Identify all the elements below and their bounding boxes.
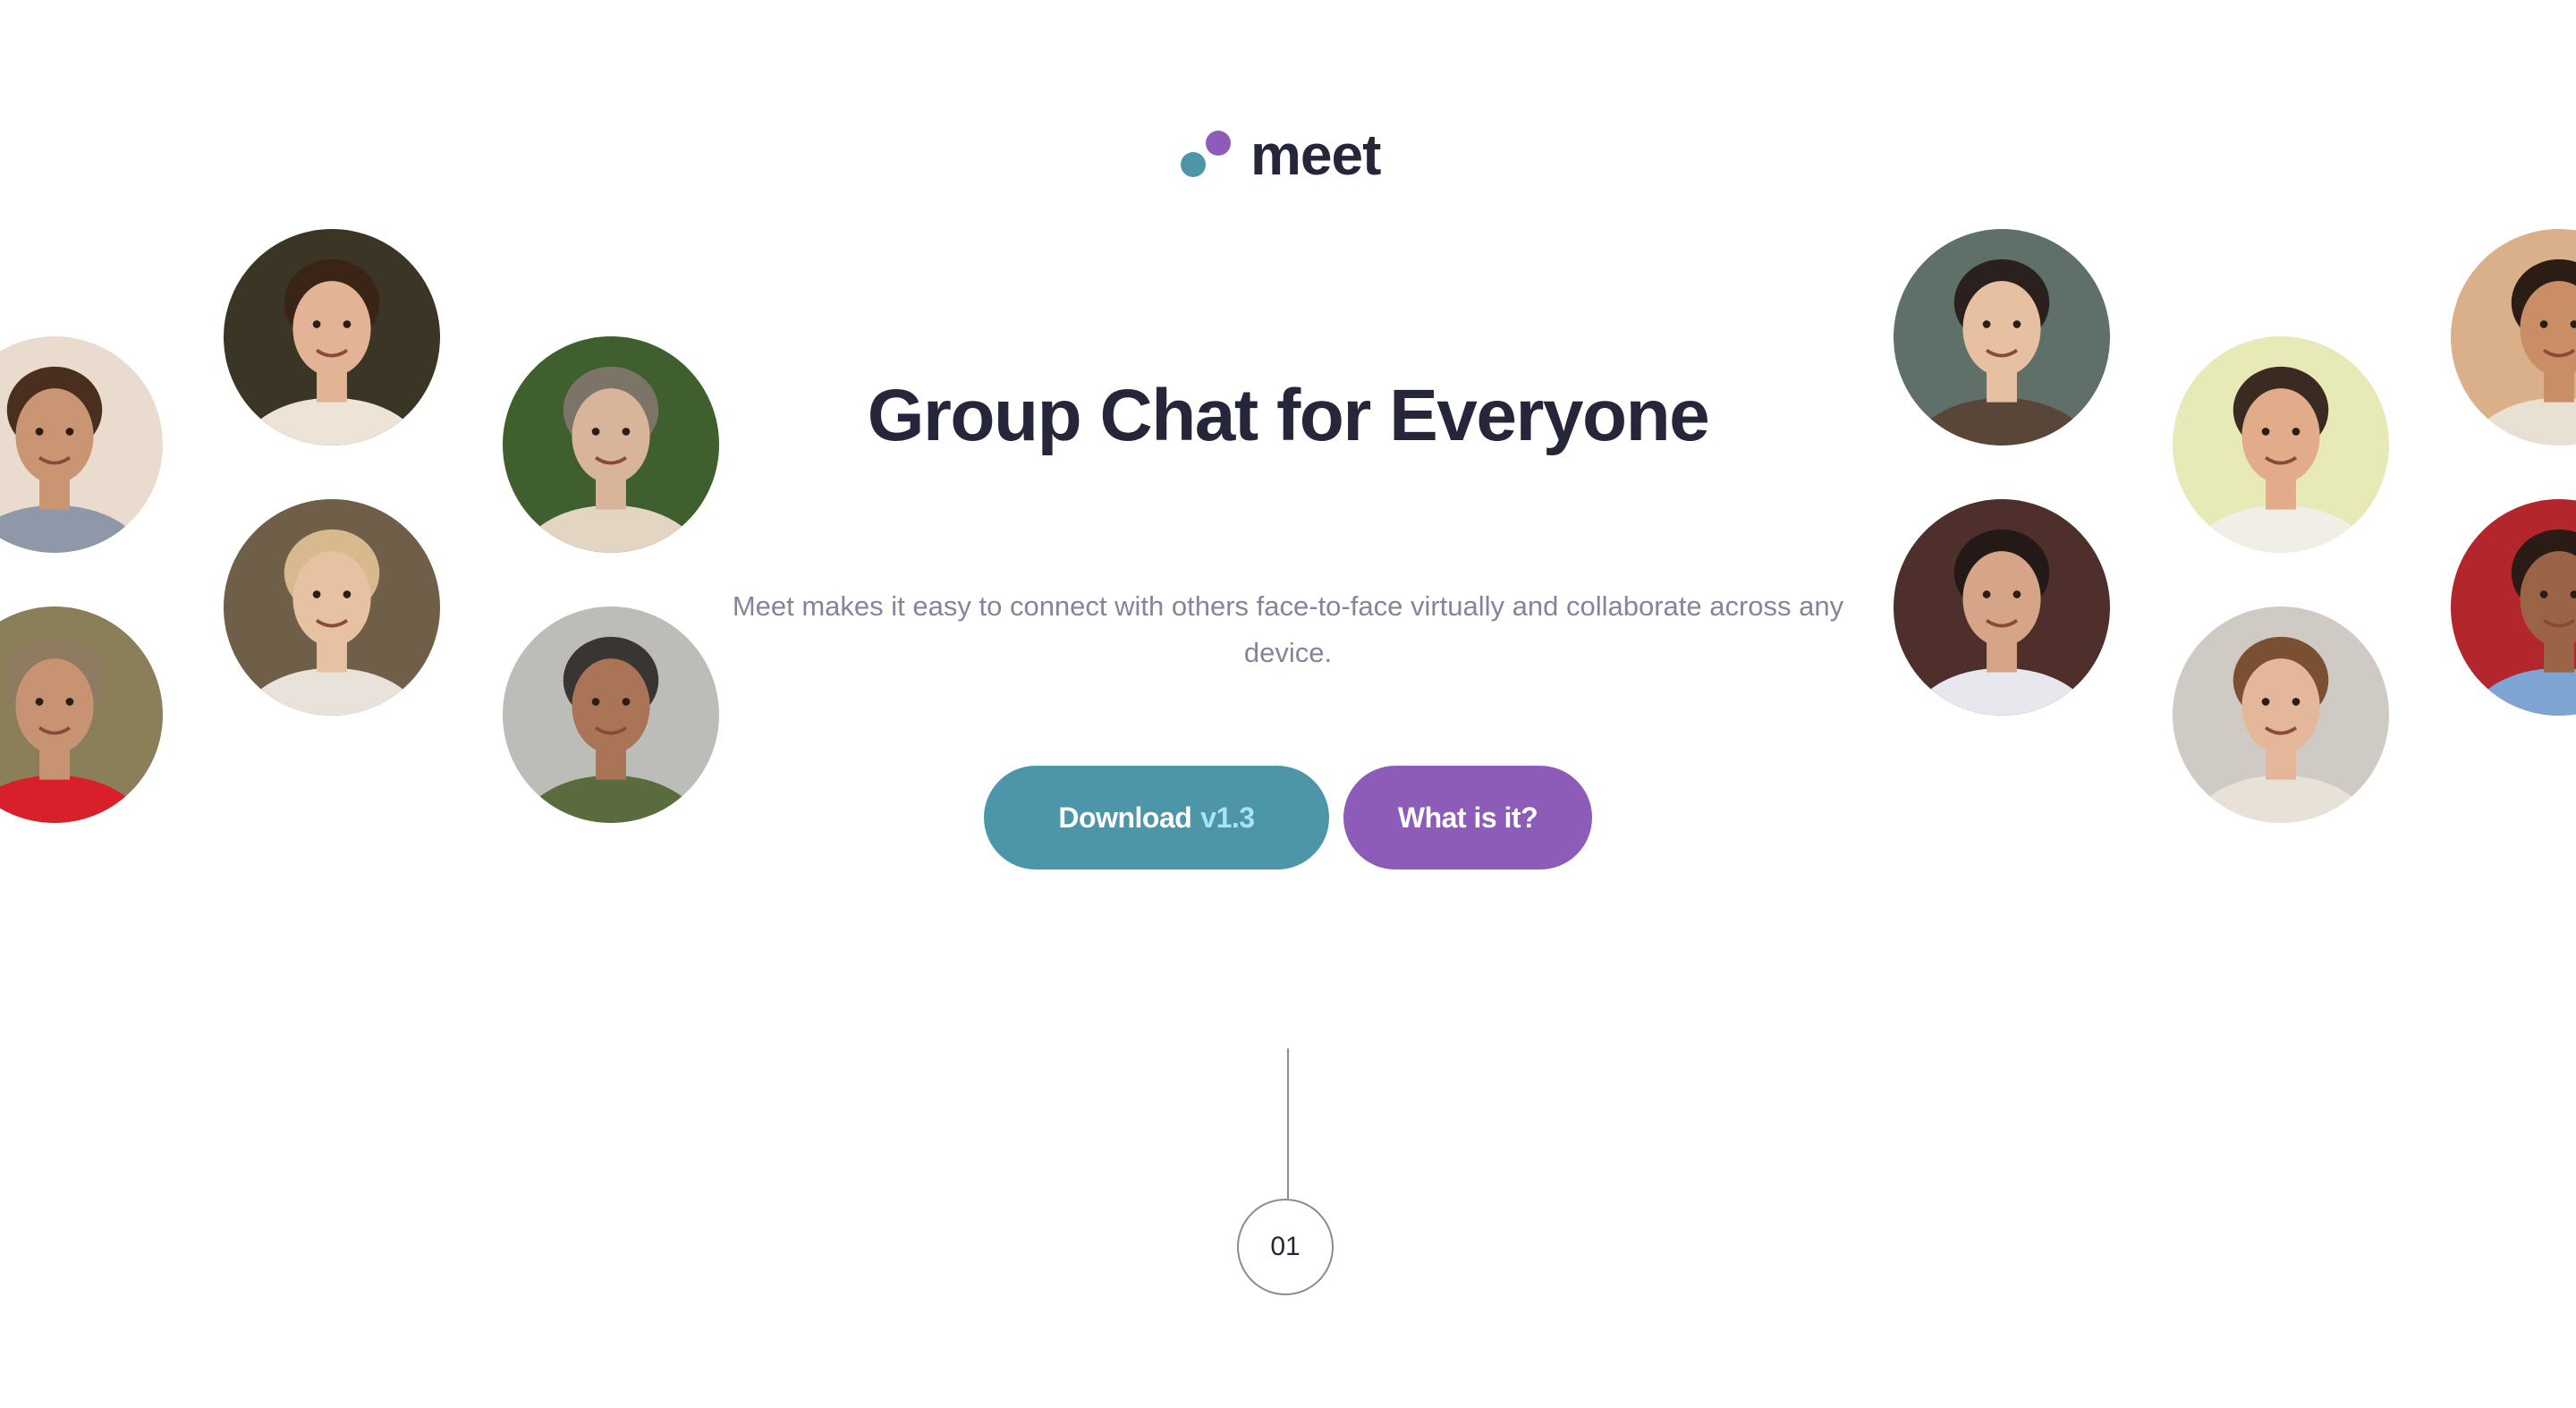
hero-description: Meet makes it easy to connect with other… [732,590,1844,668]
download-label: Download [1058,801,1192,834]
avatar-man-curly-hair-photo [2173,606,2389,823]
step-number: 01 [1270,1232,1301,1261]
avatar-man-sunglasses [1894,229,2110,445]
avatar-man-blossoms-photo [1894,499,2110,716]
avatar-man-curly-hair [2173,606,2389,823]
avatar-man-glasses-photo [503,336,719,553]
avatar-woman-blonde-photo [224,499,440,716]
avatar-man-sunglasses-photo [1894,229,2110,445]
timeline-divider [1287,1048,1289,1199]
avatar-woman-smiling [224,229,440,445]
avatar-man-fur-hat-photo [0,606,163,823]
what-is-it-button[interactable]: What is it? [1343,766,1592,869]
avatar-man-laughing-photo [2173,336,2389,553]
logo-mark-icon [1179,127,1231,182]
avatar-woman-smiling-photo [224,229,440,445]
avatar-man-blossoms [1894,499,2110,716]
version-label: v1.3 [1200,801,1255,834]
avatar-older-man [503,606,719,823]
download-button[interactable]: Download v1.3 [984,766,1329,869]
what-is-it-label: What is it? [1397,801,1538,834]
step-number-badge: 01 [1237,1199,1334,1295]
logo-dot-purple [1206,131,1231,156]
logo[interactable]: meet [1179,123,1381,187]
avatar-man-laughing [2173,336,2389,553]
avatar-man-glasses [503,336,719,553]
avatar-man-fur-hat [0,606,163,823]
logo-wordmark: meet [1250,123,1381,187]
logo-dot-teal [1181,152,1206,177]
avatar-woman-blonde [224,499,440,716]
avatar-woman-denim-photo [2451,499,2576,716]
avatar-older-man-photo [503,606,719,823]
avatar-woman-denim [2451,499,2576,716]
